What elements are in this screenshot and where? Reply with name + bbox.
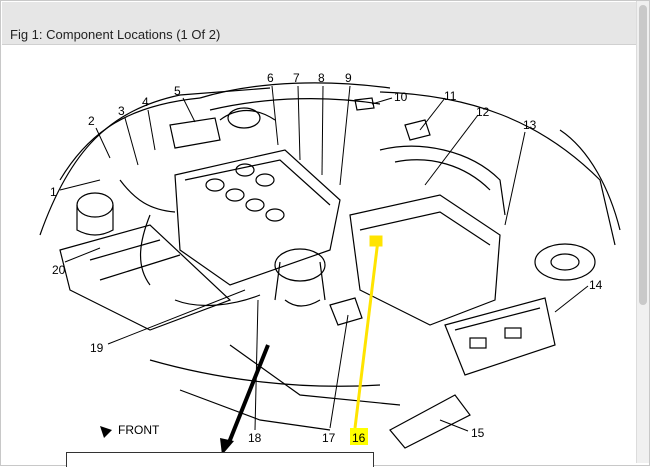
callout-4: 4 xyxy=(142,95,149,109)
callout-8: 8 xyxy=(318,71,325,85)
highlight-leader-16 xyxy=(353,239,380,429)
callout-7: 7 xyxy=(293,71,300,85)
front-arrow-icon xyxy=(100,426,112,438)
callout-16: 16 xyxy=(352,431,366,445)
arrow-18 xyxy=(226,344,270,446)
callout-6: 6 xyxy=(267,71,274,85)
callout-19: 19 xyxy=(90,341,104,355)
callout-9: 9 xyxy=(345,71,352,85)
vertical-scrollbar[interactable] xyxy=(636,1,649,463)
callout-17: 17 xyxy=(322,431,336,445)
engine-compartment-diagram: 1 2 3 4 5 6 7 8 9 10 11 12 13 14 15 16 1… xyxy=(39,71,621,455)
highlight-target-16 xyxy=(369,235,383,247)
callout-10: 10 xyxy=(394,90,408,104)
caption-box xyxy=(66,452,374,467)
callout-12: 12 xyxy=(476,105,490,119)
front-label: FRONT xyxy=(118,423,160,437)
callout-5: 5 xyxy=(174,84,181,98)
callout-15: 15 xyxy=(471,426,485,440)
callout-18: 18 xyxy=(248,431,262,445)
callout-13: 13 xyxy=(523,118,537,132)
callout-11: 11 xyxy=(444,89,457,103)
callout-3: 3 xyxy=(118,104,125,118)
callout-2: 2 xyxy=(88,114,95,128)
callout-14: 14 xyxy=(589,278,603,292)
scrollbar-thumb[interactable] xyxy=(639,5,647,305)
callout-20: 20 xyxy=(52,263,66,277)
engine-line-art xyxy=(39,82,621,449)
leader-lines xyxy=(59,85,589,432)
callout-1: 1 xyxy=(50,185,57,199)
